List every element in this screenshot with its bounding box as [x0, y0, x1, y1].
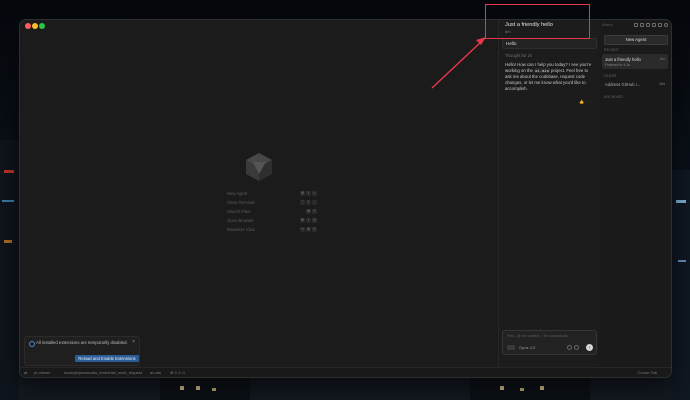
close-window-button[interactable]: [25, 23, 31, 29]
workspace-path[interactable]: kovaujh/jonastudio_form/intel_work_reque…: [64, 370, 142, 375]
composer-placeholder: Plan, @ for context, / for commands: [507, 334, 568, 338]
shortcut-open-browser[interactable]: Open Browser ⌘ ⇧ B: [227, 216, 317, 225]
branch-name[interactable]: pr-viewer: [34, 370, 50, 375]
shortcut-list: New Agent ⌘ ⇧ L Show Terminal ⌃ ⇧ ` Search F…: [227, 189, 317, 234]
agent-status: Finished in 4.1s: [605, 63, 631, 67]
problems-count[interactable]: ⊗ 0 ⚠ 0: [170, 370, 185, 375]
chat-panel: Just a friendly hello 6m Hello Thought f…: [498, 20, 599, 368]
section-archived: ARCHIVED: [604, 95, 624, 99]
sidebar-toolbar: [634, 23, 668, 27]
key-cap: P: [312, 209, 317, 214]
app-window: New Agent ⌘ ⇧ L Show Terminal ⌃ ⇧ ` Search F…: [19, 19, 672, 378]
notification-message: All installed extensions are temporarily…: [36, 340, 128, 345]
thought-indicator[interactable]: Thought for 2s: [505, 53, 532, 58]
remote-icon[interactable]: ⇌: [24, 370, 27, 375]
mention-icon[interactable]: [567, 345, 572, 350]
mode-toggle[interactable]: [507, 345, 515, 350]
send-button[interactable]: ↑: [586, 344, 593, 351]
split-icon[interactable]: [646, 23, 650, 27]
key-cap: `: [312, 200, 317, 205]
agent-name: Just a friendly hello: [605, 57, 641, 62]
chat-composer[interactable]: Plan, @ for context, / for commands Opus…: [502, 330, 597, 355]
key-cap: ⇧: [306, 218, 311, 223]
key-cap: ⌘: [306, 227, 311, 232]
key-cap: ⌃: [300, 200, 305, 205]
info-icon: [29, 341, 35, 347]
cursor-tab-status[interactable]: Cursor Tab: [638, 370, 658, 375]
zoom-window-button[interactable]: [39, 23, 45, 29]
user-message-text: Hello: [506, 41, 517, 46]
shortcut-label: Show Terminal: [227, 200, 255, 205]
agent-search-input[interactable]: Search: [602, 23, 614, 27]
close-icon[interactable]: ×: [132, 339, 135, 345]
shortcut-label: New Agent: [227, 191, 248, 196]
layout-icon[interactable]: [634, 23, 638, 27]
composer-controls: Opus 4.5 ↑: [507, 344, 593, 351]
image-icon[interactable]: [574, 345, 579, 350]
reply-actions[interactable]: 👍 ···: [579, 99, 589, 104]
inline-code: ai-mia: [534, 68, 550, 73]
shortcut-show-terminal[interactable]: Show Terminal ⌃ ⇧ `: [227, 198, 317, 207]
key-cap: ⌥: [300, 227, 305, 232]
gear-icon[interactable]: [664, 23, 668, 27]
key-cap: ⌘: [300, 218, 305, 223]
key-cap: ⇧: [306, 191, 311, 196]
key-cap: L: [312, 191, 317, 196]
status-bar: ⇌ pr-viewer kovaujh/jonastudio_form/inte…: [20, 367, 671, 377]
new-agent-button[interactable]: New Agent: [604, 35, 668, 45]
shortcut-label: Maximize Chat: [227, 227, 255, 232]
highlight-box: [485, 4, 590, 39]
agent-age: 38d: [659, 82, 665, 86]
shortcut-maximize-chat[interactable]: Maximize Chat ⌥ ⌘ E: [227, 225, 317, 234]
reload-extensions-button[interactable]: Reload and Enable Extensions: [75, 355, 139, 362]
user-message[interactable]: Hello: [502, 38, 597, 49]
key-cap: ⇧: [306, 200, 311, 205]
section-older: OLDER: [604, 74, 617, 78]
assistant-reply: Hello! How can I help you today? I see y…: [505, 62, 595, 92]
key-cap: B: [312, 218, 317, 223]
shortcut-new-agent[interactable]: New Agent ⌘ ⇧ L: [227, 189, 317, 198]
agent-item[interactable]: Address GitHub i... 38d: [602, 80, 668, 89]
agent-item[interactable]: Just a friendly hello Finished in 4.1s 6…: [602, 54, 668, 69]
project-name[interactable]: ai-mia: [150, 370, 161, 375]
key-cap: ⌘: [306, 209, 311, 214]
cursor-logo-icon: [246, 153, 272, 181]
extensions-notification: All installed extensions are temporarily…: [24, 336, 140, 366]
swap-icon[interactable]: [658, 23, 662, 27]
model-selector[interactable]: Opus 4.5: [519, 345, 535, 350]
agent-name: Address GitHub i...: [605, 82, 641, 87]
shortcut-label: Search Files: [227, 209, 251, 214]
key-cap: E: [312, 227, 317, 232]
agents-sidebar: Search New Agent RECENT Just a friendly …: [599, 20, 671, 368]
grid-icon[interactable]: [652, 23, 656, 27]
shortcut-label: Open Browser: [227, 218, 254, 223]
panel-icon[interactable]: [640, 23, 644, 27]
key-cap: ⌘: [300, 191, 305, 196]
section-recent: RECENT: [604, 48, 620, 52]
agent-age: 6m: [660, 57, 665, 61]
shortcut-search-files[interactable]: Search Files ⌘ P: [227, 207, 317, 216]
minimize-window-button[interactable]: [32, 23, 38, 29]
